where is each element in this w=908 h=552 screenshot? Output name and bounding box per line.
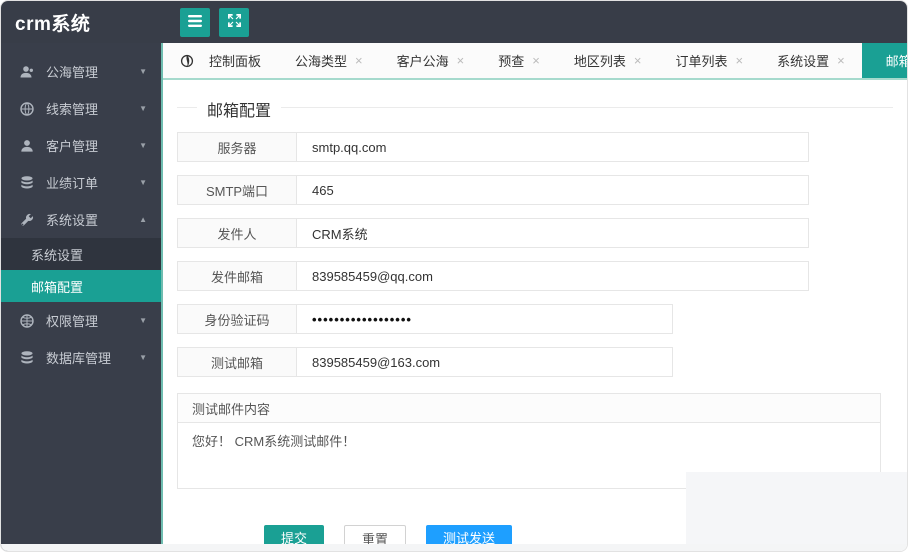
tab-public-sea-type[interactable]: 公海类型 ×: [278, 43, 380, 78]
sidebar-item-label: 系统设置: [46, 213, 99, 228]
database-icon: [19, 350, 35, 366]
database-icon: [19, 175, 35, 191]
top-header: crm系统: [1, 1, 907, 43]
sidebar-item-database[interactable]: 数据库管理 ▼: [1, 339, 161, 376]
hamburger-menu-icon: [187, 14, 203, 31]
tab-precheck[interactable]: 预查 ×: [481, 43, 557, 78]
tab-label: 公海类型: [295, 54, 348, 69]
form-row-sender: 发件人: [177, 218, 809, 248]
chevron-down-icon: ▼: [139, 141, 147, 150]
sender-email-input[interactable]: [312, 268, 793, 284]
sidebar-item-label: 公海管理: [46, 65, 99, 80]
sidebar-item-leads[interactable]: 线索管理 ▼: [1, 90, 161, 127]
bottom-frame-strip: [1, 544, 907, 551]
field-label: SMTP端口: [178, 176, 297, 204]
sidebar-item-label: 业绩订单: [46, 176, 99, 191]
tab-customer-sea[interactable]: 客户公海 ×: [380, 43, 482, 78]
close-icon[interactable]: ×: [837, 53, 845, 68]
app-logo: crm系统: [15, 13, 91, 35]
close-icon[interactable]: ×: [634, 53, 642, 68]
submenu-item-mail-config[interactable]: 邮箱配置: [1, 270, 161, 302]
fullscreen-button[interactable]: [219, 7, 249, 37]
sidebar-item-label: 权限管理: [46, 314, 99, 329]
close-icon[interactable]: ×: [457, 53, 465, 68]
chevron-down-icon: ▼: [139, 67, 147, 76]
app-window: crm系统 公海管理 ▼ 线索管理 ▼ 客户管理 ▼ 业绩订单 ▼ 系统设置 ▲…: [0, 0, 908, 552]
smtp-port-input[interactable]: [312, 182, 793, 198]
tab-mail-config[interactable]: 邮箱配置 ×: [861, 43, 907, 78]
tab-system-settings[interactable]: 系统设置 ×: [760, 43, 862, 78]
tab-label: 控制面板: [209, 54, 262, 69]
tab-order-list[interactable]: 订单列表 ×: [658, 43, 760, 78]
sidebar-item-public-sea[interactable]: 公海管理 ▼: [1, 53, 161, 90]
form-row-auth-code: 身份验证码: [177, 304, 673, 334]
corner-overlay: [686, 472, 907, 544]
server-input[interactable]: [312, 139, 793, 155]
user-icon: [19, 138, 35, 154]
sender-name-input[interactable]: [312, 225, 793, 241]
close-icon[interactable]: ×: [735, 53, 743, 68]
tab-dashboard[interactable]: 控制面板: [163, 43, 278, 78]
sidebar-item-label: 客户管理: [46, 139, 99, 154]
tab-bar: 控制面板 公海类型 × 客户公海 × 预查 × 地区列表 × 订单列表 × 系统…: [163, 43, 907, 80]
submenu-item-label: 邮箱配置: [31, 279, 84, 295]
submenu-item-label: 系统设置: [31, 247, 84, 263]
system-settings-submenu: 系统设置 邮箱配置: [1, 238, 161, 302]
page-title: 邮箱配置: [197, 97, 282, 121]
chevron-down-icon: ▼: [139, 104, 147, 113]
tab-label: 地区列表: [573, 54, 626, 69]
globe-icon: [19, 313, 35, 329]
chevron-down-icon: ▼: [139, 316, 147, 325]
close-icon[interactable]: ×: [532, 53, 540, 68]
form-row-sender-email: 发件邮箱: [177, 261, 809, 291]
sidebar-item-orders[interactable]: 业绩订单 ▼: [1, 164, 161, 201]
tab-label: 预查: [498, 54, 525, 69]
sidebar-nav: 公海管理 ▼ 线索管理 ▼ 客户管理 ▼ 业绩订单 ▼ 系统设置 ▲ 系统设置 …: [1, 43, 163, 551]
submenu-item-system-settings[interactable]: 系统设置: [1, 238, 161, 270]
field-label: 身份验证码: [178, 305, 297, 333]
chevron-down-icon: ▼: [139, 178, 147, 187]
users-icon: [19, 64, 35, 80]
field-label: 测试邮箱: [178, 348, 297, 376]
sidebar-item-permissions[interactable]: 权限管理 ▼: [1, 302, 161, 339]
dashboard-icon: [180, 54, 194, 68]
wrench-icon: [19, 212, 35, 228]
field-label: 发件人: [178, 219, 297, 247]
tab-label: 邮箱配置: [885, 54, 907, 69]
chevron-down-icon: ▼: [139, 353, 147, 362]
sidebar-item-label: 数据库管理: [46, 351, 112, 366]
form-row-smtp-port: SMTP端口: [177, 175, 809, 205]
fullscreen-icon: [227, 13, 242, 31]
sidebar-item-customers[interactable]: 客户管理 ▼: [1, 127, 161, 164]
topbar-buttons: [180, 7, 249, 37]
sidebar-item-system-settings[interactable]: 系统设置 ▲: [1, 201, 161, 238]
textarea-label: 测试邮件内容: [178, 394, 880, 423]
chevron-up-icon: ▲: [139, 215, 147, 224]
collapse-sidebar-button[interactable]: [180, 7, 210, 37]
form-row-test-email: 测试邮箱: [177, 347, 673, 377]
sidebar-item-label: 线索管理: [46, 102, 99, 117]
tab-region-list[interactable]: 地区列表 ×: [557, 43, 659, 78]
tab-label: 订单列表: [675, 54, 728, 69]
auth-code-input[interactable]: [312, 311, 657, 327]
field-label: 服务器: [178, 133, 297, 161]
form-legend-divider: 邮箱配置: [177, 97, 893, 121]
field-label: 发件邮箱: [178, 262, 297, 290]
test-email-input[interactable]: [312, 354, 657, 370]
globe-icon: [19, 101, 35, 117]
tab-label: 客户公海: [396, 54, 449, 69]
close-icon[interactable]: ×: [355, 53, 363, 68]
tab-label: 系统设置: [777, 54, 830, 69]
form-row-server: 服务器: [177, 132, 809, 162]
